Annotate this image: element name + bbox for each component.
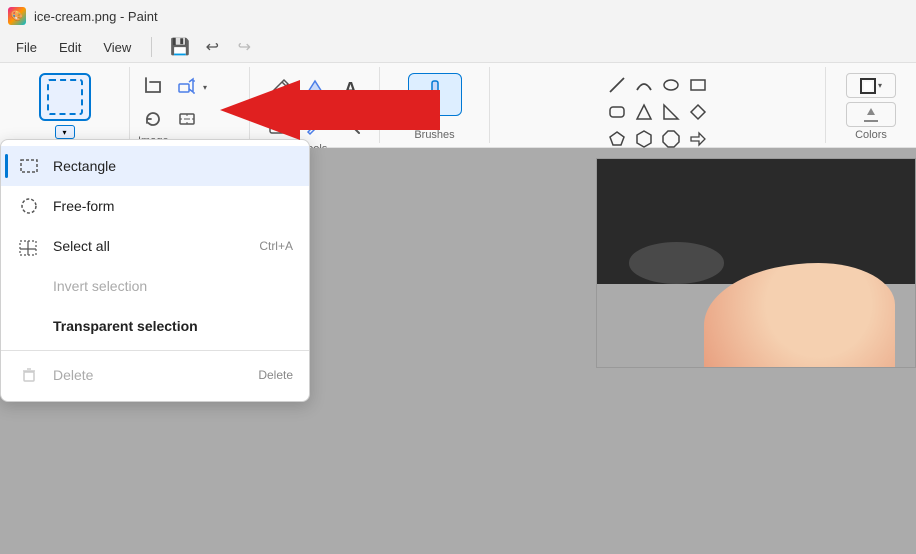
dropdown-item-freeform[interactable]: Free-form	[1, 186, 309, 226]
shape-diamond[interactable]	[686, 100, 710, 124]
redo-button[interactable]: ↪	[230, 33, 258, 61]
colors-label: Colors	[855, 127, 887, 141]
dropdown-invert-label: Invert selection	[53, 278, 147, 294]
brushes-chevron[interactable]: ▾	[432, 118, 436, 127]
text-icon: A	[344, 79, 357, 100]
selection-icon	[47, 79, 83, 115]
brushes-button[interactable]	[408, 73, 462, 116]
text-button[interactable]: A	[335, 73, 367, 105]
window-title: ice-cream.png - Paint	[34, 9, 158, 24]
dropdown-item-delete: Delete Delete	[1, 355, 309, 395]
shape-curve[interactable]	[632, 73, 656, 97]
brushes-section: ▾ Brushes	[380, 67, 490, 143]
selection-button[interactable]	[39, 73, 91, 121]
dropdown-delete-label: Delete	[53, 367, 93, 383]
outline-color-button[interactable]: ▾	[846, 73, 896, 98]
dropdown-item-selectall[interactable]: Select all Ctrl+A	[1, 226, 309, 266]
shape-right-triangle[interactable]	[659, 100, 683, 124]
dropdown-rectangle-label: Rectangle	[53, 158, 116, 174]
app-icon: 🎨	[8, 7, 26, 25]
dropdown-item-transparent[interactable]: Transparent selection	[1, 306, 309, 346]
shape-triangle[interactable]	[632, 100, 656, 124]
crop-button[interactable]	[138, 73, 168, 101]
img-reflection	[629, 242, 724, 284]
dropdown-divider	[1, 350, 309, 351]
menu-bar: File Edit View 💾 ↩ ↪	[0, 32, 916, 62]
colors-section: ▾ Colors	[826, 67, 916, 143]
fill-color-button[interactable]	[846, 102, 896, 127]
selection-dropdown-btn[interactable]: ▾	[55, 125, 75, 139]
dropdown-item-rectangle[interactable]: Rectangle	[1, 146, 309, 186]
dropdown-selectall-label: Select all	[53, 238, 110, 254]
menu-edit[interactable]: Edit	[49, 36, 91, 59]
selectall-icon	[17, 234, 41, 258]
brushes-label: Brushes	[414, 127, 454, 141]
outline-label: ▾	[878, 81, 882, 90]
rectangle-icon	[17, 154, 41, 178]
dropdown-selectall-shortcut: Ctrl+A	[259, 239, 293, 253]
selection-section: ▾ Select Rectangle	[0, 67, 130, 143]
shape-oval[interactable]	[659, 73, 683, 97]
dropdown-delete-shortcut: Delete	[258, 368, 293, 382]
tools-section: A Tools	[250, 67, 380, 143]
ribbon: ▾ Select Rectangle	[0, 62, 916, 148]
undo-button[interactable]: ↩	[198, 33, 226, 61]
eraser-button[interactable]	[263, 109, 295, 141]
dropdown-freeform-label: Free-form	[53, 198, 114, 214]
menu-file[interactable]: File	[6, 36, 47, 59]
shape-line[interactable]	[605, 73, 629, 97]
fill-button[interactable]	[299, 73, 331, 105]
selection-dropdown-menu: Rectangle Free-form	[0, 139, 310, 402]
freeform-icon	[17, 194, 41, 218]
menu-view[interactable]: View	[93, 36, 141, 59]
skew-button[interactable]	[172, 105, 202, 133]
magnifier-button[interactable]	[335, 109, 367, 141]
title-bar: 🎨 ice-cream.png - Paint	[0, 0, 916, 32]
colorpicker-button[interactable]	[299, 109, 331, 141]
menu-divider	[151, 37, 152, 57]
transparent-icon	[17, 314, 41, 338]
image-section: ▾ Image	[130, 67, 250, 143]
delete-icon	[17, 363, 41, 387]
rotate-button[interactable]	[138, 105, 168, 133]
active-indicator	[5, 154, 8, 178]
shapes-grid	[605, 73, 710, 151]
resize-section: ▾	[172, 73, 207, 101]
resize-arrow: ▾	[203, 83, 207, 92]
toolbar-actions: 💾 ↩ ↪	[166, 33, 258, 61]
dropdown-transparent-label: Transparent selection	[53, 318, 198, 334]
save-button[interactable]: 💾	[166, 33, 194, 61]
shape-rectangle[interactable]	[686, 73, 710, 97]
shape-rounded-rect[interactable]	[605, 100, 629, 124]
resize-button[interactable]	[172, 73, 202, 101]
canvas-image	[596, 158, 916, 368]
invert-icon	[17, 274, 41, 298]
shapes-section: Shapes	[490, 67, 826, 143]
dropdown-item-invert: Invert selection	[1, 266, 309, 306]
pencil-button[interactable]	[263, 73, 295, 105]
